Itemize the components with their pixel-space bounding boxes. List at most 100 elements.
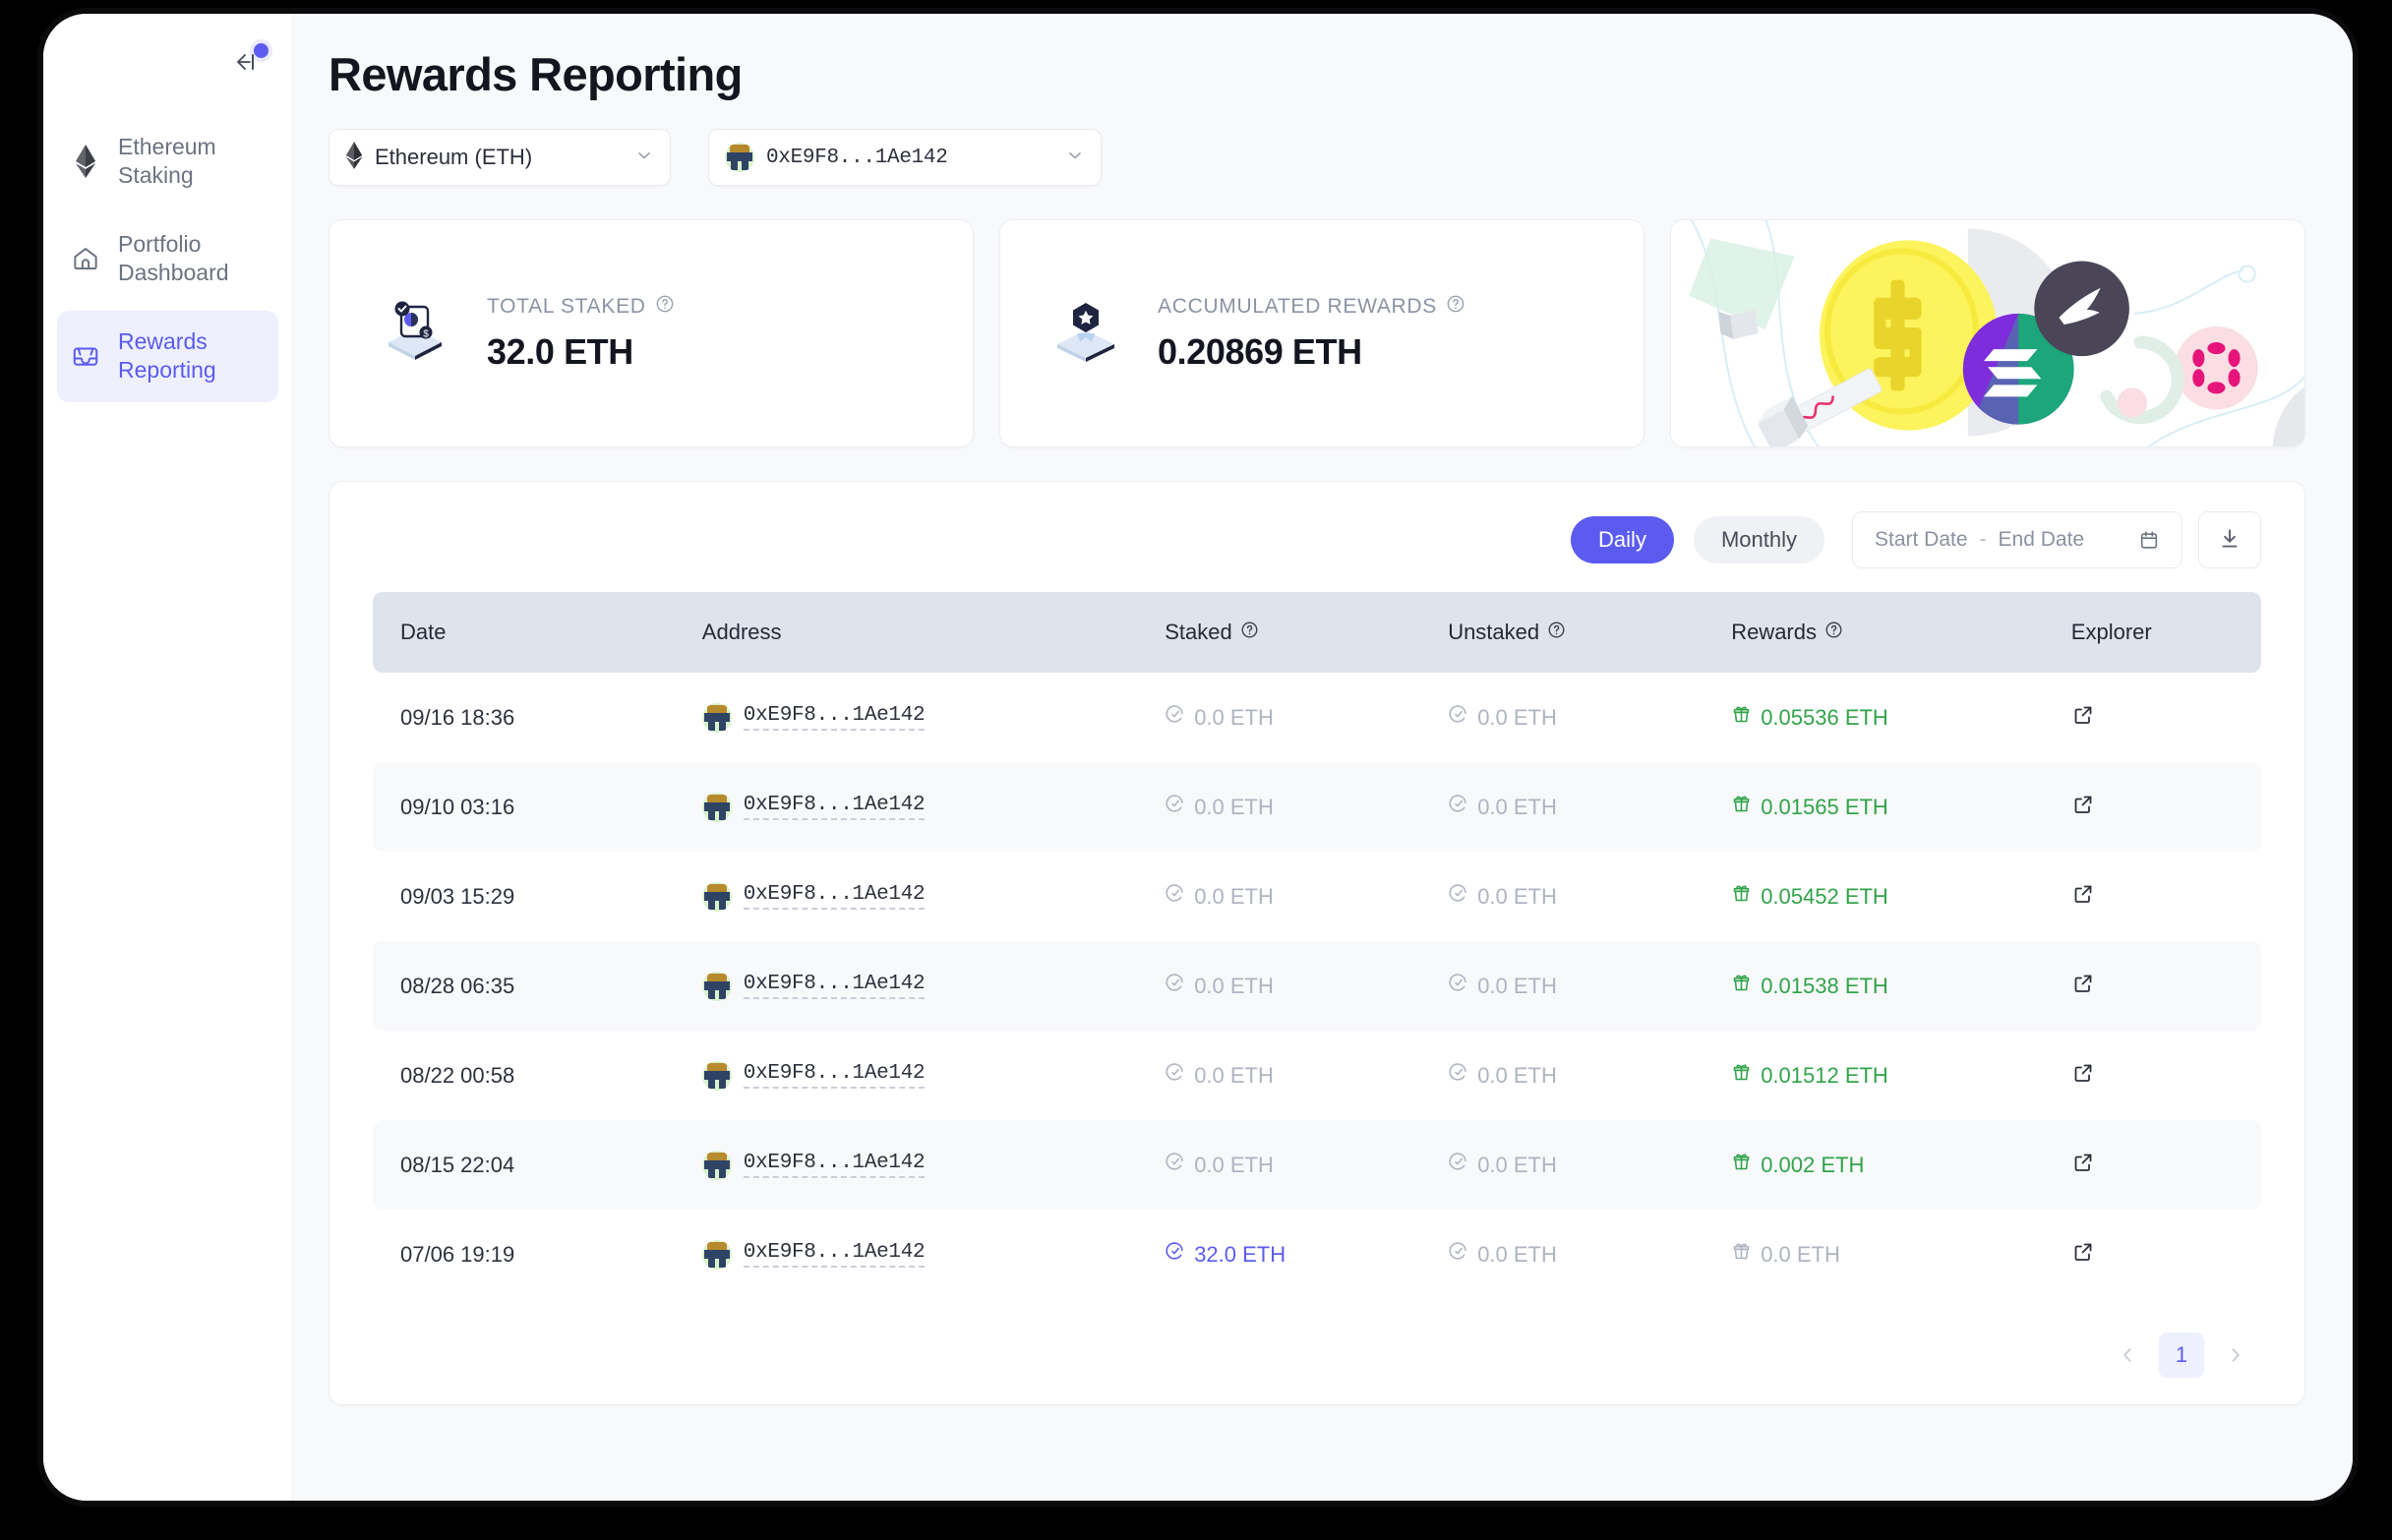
period-daily-button[interactable]: Daily (1571, 516, 1674, 563)
gift-icon (1731, 883, 1752, 910)
external-link-icon[interactable] (2071, 882, 2095, 906)
staked-status-icon (1165, 704, 1185, 731)
sidebar-item-label: Rewards Reporting (118, 327, 216, 384)
sidebar-collapse-button[interactable] (231, 43, 270, 77)
table-row: 09/16 18:36 0xE9F8...1Ae142 0.0 ETH 0.0 ETH… (373, 673, 2261, 762)
help-circle-icon[interactable] (1446, 294, 1465, 320)
external-link-icon[interactable] (2071, 1240, 2095, 1264)
address-link[interactable]: 0xE9F8...1Ae142 (743, 973, 926, 999)
end-date-input[interactable]: End Date (1999, 528, 2085, 552)
start-date-input[interactable]: Start Date (1875, 528, 1968, 552)
unstaked-value: 0.0 ETH (1477, 794, 1557, 819)
page-number-1[interactable]: 1 (2159, 1333, 2204, 1378)
cell-explorer (2053, 762, 2261, 852)
sidebar-item-ethereum-staking[interactable]: Ethereum Staking (57, 116, 278, 207)
staked-status-icon (1165, 883, 1185, 910)
col-address-label: Address (701, 620, 782, 644)
address-link[interactable]: 0xE9F8...1Ae142 (743, 794, 926, 820)
sidebar-item-portfolio-dashboard[interactable]: Portfolio Dashboard (57, 213, 278, 305)
download-button[interactable] (2198, 511, 2261, 568)
address-link[interactable]: 0xE9F8...1Ae142 (743, 883, 926, 910)
cell-date: 09/10 03:16 (373, 762, 685, 852)
cell-explorer (2054, 1031, 2261, 1120)
unstaked-status-icon (1448, 883, 1468, 910)
staked-status-icon (1165, 1152, 1185, 1178)
cell-rewards: 0.05536 ETH (1713, 673, 2054, 762)
staked-value: 32.0 ETH (1194, 1241, 1286, 1267)
rewards-value: 0.01512 ETH (1761, 1062, 1888, 1088)
cell-address: 0xE9F8...1Ae142 (685, 1210, 1147, 1299)
crypto-illustration (1671, 220, 2304, 446)
rewards-badge-icon (1047, 293, 1124, 375)
chevron-down-icon (1065, 146, 1085, 170)
staked-status-icon (1165, 1241, 1185, 1268)
table-body: 09/16 18:36 0xE9F8...1Ae142 0.0 ETH 0.0 ETH… (373, 673, 2261, 1299)
cell-address: 0xE9F8...1Ae142 (684, 941, 1148, 1031)
external-link-icon[interactable] (2071, 1151, 2095, 1174)
cell-explorer (2054, 852, 2261, 941)
stats-row: $ TOTAL STAKED 32.0 ETH ACCUMULATED REWA… (329, 219, 2305, 447)
wallet-avatar (725, 143, 754, 172)
external-link-icon[interactable] (2071, 972, 2095, 995)
pagination: 1 (373, 1333, 2261, 1378)
total-staked-label: TOTAL STAKED (487, 294, 675, 320)
cell-staked: 0.0 ETH (1147, 1031, 1430, 1120)
date-range-separator: - (1979, 528, 1987, 551)
cell-explorer (2054, 673, 2261, 762)
rewards-value: 0.01565 ETH (1761, 794, 1888, 819)
cell-staked: 0.0 ETH (1147, 673, 1430, 762)
collapse-left-icon (231, 51, 257, 78)
network-select-value: Ethereum (ETH) (375, 145, 533, 169)
date-range-picker[interactable]: Start Date - End Date (1852, 511, 2183, 568)
cell-rewards: 0.01512 ETH (1713, 1031, 2054, 1120)
unstaked-status-icon (1448, 1062, 1468, 1089)
period-monthly-button[interactable]: Monthly (1693, 516, 1824, 563)
chevron-left-icon[interactable] (2108, 1335, 2147, 1375)
address-link[interactable]: 0xE9F8...1Ae142 (743, 1152, 926, 1178)
device-frame: Ethereum Staking Portfolio Dashboard Rew… (43, 14, 2353, 1501)
calendar-icon[interactable] (2138, 529, 2160, 551)
accumulated-rewards-card: ACCUMULATED REWARDS 0.20869 ETH (999, 219, 1644, 447)
col-staked-label: Staked (1165, 620, 1232, 644)
unstaked-value: 0.0 ETH (1477, 1152, 1557, 1177)
cell-address: 0xE9F8...1Ae142 (685, 1031, 1147, 1120)
wallet-avatar (701, 1239, 732, 1270)
unstaked-value: 0.0 ETH (1477, 704, 1557, 730)
sidebar-item-rewards-reporting[interactable]: Rewards Reporting (57, 310, 278, 402)
cell-rewards: 0.01565 ETH (1713, 762, 2054, 852)
address-link[interactable]: 0xE9F8...1Ae142 (743, 1062, 926, 1089)
cell-explorer (2054, 1210, 2261, 1299)
staked-value: 0.0 ETH (1194, 883, 1274, 909)
chevron-right-icon[interactable] (2216, 1335, 2255, 1375)
page-title: Rewards Reporting (329, 48, 743, 100)
address-link[interactable]: 0xE9F8...1Ae142 (743, 704, 926, 731)
col-unstaked: Unstaked (1430, 592, 1714, 673)
staked-value: 0.0 ETH (1194, 1152, 1274, 1177)
total-staked-card: $ TOTAL STAKED 32.0 ETH (329, 219, 974, 447)
rewards-value: 0.0 ETH (1761, 1241, 1840, 1267)
external-link-icon[interactable] (2071, 703, 2095, 727)
cell-date: 09/16 18:36 (400, 704, 515, 730)
staked-status-icon (1165, 973, 1185, 999)
help-circle-icon[interactable] (1547, 620, 1566, 645)
gift-icon (1731, 704, 1752, 731)
table-row: 07/06 19:19 0xE9F8...1Ae142 32.0 ETH 0.0 ET… (373, 1210, 2261, 1299)
ethereum-icon (345, 141, 363, 174)
cell-date: 08/22 00:58 (400, 1062, 515, 1088)
address-select[interactable]: 0xE9F8...1Ae142 (708, 129, 1102, 186)
external-link-icon[interactable] (2071, 1061, 2095, 1085)
network-select[interactable]: Ethereum (ETH) (329, 129, 671, 186)
address-link[interactable]: 0xE9F8...1Ae142 (743, 1241, 926, 1268)
sidebar-item-label: Portfolio Dashboard (118, 230, 229, 286)
cell-explorer (2053, 1120, 2261, 1210)
cell-address: 0xE9F8...1Ae142 (685, 673, 1147, 762)
help-circle-icon[interactable] (655, 294, 675, 320)
external-link-icon[interactable] (2071, 793, 2095, 816)
help-circle-icon[interactable] (1240, 620, 1259, 645)
unstaked-value: 0.0 ETH (1477, 883, 1557, 909)
staked-value: 0.0 ETH (1194, 704, 1274, 730)
cell-unstaked: 0.0 ETH (1430, 941, 1714, 1031)
help-circle-icon[interactable] (1824, 620, 1843, 645)
cell-rewards: 0.05452 ETH (1713, 852, 2054, 941)
table-row: 08/28 06:35 0xE9F8...1Ae142 0.0 ETH 0.0 ETH… (373, 941, 2261, 1031)
